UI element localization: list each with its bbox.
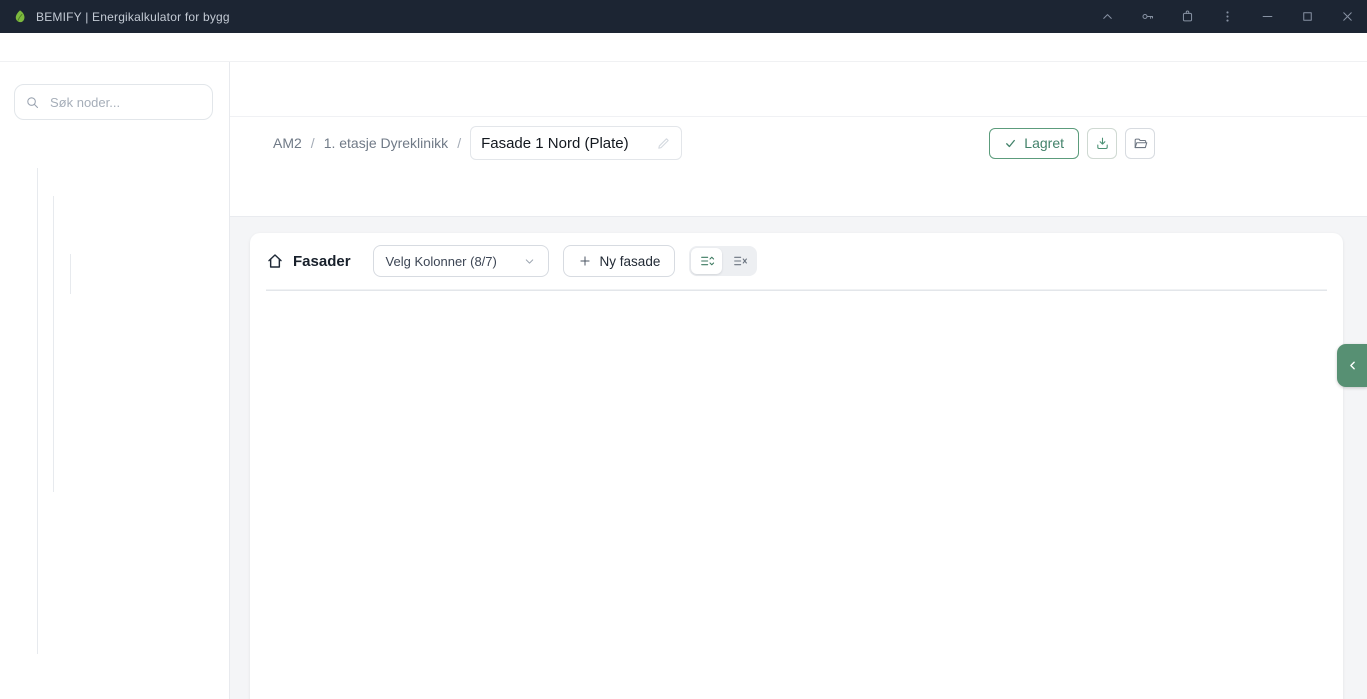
plus-icon (578, 254, 592, 268)
breadcrumb-separator: / (311, 135, 315, 151)
app-title: BEMIFY | Energikalkulator for bygg (36, 10, 230, 24)
tree-guide-line (37, 168, 38, 654)
chevron-down-icon (523, 255, 536, 268)
chevron-left-icon (1346, 359, 1359, 372)
fasader-panel-header: Fasader Velg Kolonner (8/7) Ny fasade (250, 233, 1343, 289)
key-icon[interactable] (1127, 0, 1167, 33)
breadcrumb-separator: / (457, 135, 461, 151)
node-name-value: Fasade 1 Nord (Plate) (481, 135, 629, 152)
menubar (0, 33, 1367, 62)
node-name-input[interactable]: Fasade 1 Nord (Plate) (470, 126, 682, 160)
new-fasade-label: Ny fasade (600, 254, 661, 269)
chevron-up-icon[interactable] (1087, 0, 1127, 33)
house-icon (266, 252, 284, 270)
node-search-box[interactable] (14, 84, 213, 120)
new-fasade-button[interactable]: Ny fasade (563, 245, 676, 277)
tree-guide-line (70, 254, 71, 294)
maximize-button[interactable] (1287, 0, 1327, 33)
save-actions: Lagret (989, 128, 1155, 159)
open-folder-button[interactable] (1125, 128, 1155, 159)
search-icon (25, 95, 40, 110)
close-button[interactable] (1327, 0, 1367, 33)
table-header (266, 289, 1327, 291)
collapse-rows-button[interactable] (724, 248, 755, 274)
breadcrumb: AM2 / 1. etasje Dyreklinikk / Fasade 1 N… (273, 126, 682, 160)
tree-guide-line (53, 196, 54, 492)
drawer-handle[interactable] (1337, 344, 1367, 387)
app-logo-leaf-icon (12, 9, 28, 25)
pencil-icon (656, 136, 671, 151)
search-input[interactable] (48, 94, 228, 111)
tab-bar (230, 169, 1367, 217)
row-density-segment (689, 246, 757, 276)
breadcrumb-row: AM2 / 1. etasje Dyreklinikk / Fasade 1 N… (230, 117, 1367, 169)
saved-label: Lagret (1024, 135, 1064, 151)
panel-title: Fasader (293, 253, 351, 270)
node-palette-toolbar (230, 62, 1367, 117)
content-area: Fasader Velg Kolonner (8/7) Ny fasade (230, 217, 1367, 699)
kebab-menu-icon[interactable] (1207, 0, 1247, 33)
breadcrumb-item[interactable]: AM2 (273, 135, 302, 151)
sidebar (0, 62, 230, 699)
expand-rows-button[interactable] (691, 248, 722, 274)
breadcrumb-item[interactable]: 1. etasje Dyreklinikk (324, 135, 449, 151)
fasader-panel: Fasader Velg Kolonner (8/7) Ny fasade (250, 233, 1343, 699)
extensions-icon[interactable] (1167, 0, 1207, 33)
saved-button[interactable]: Lagret (989, 128, 1079, 159)
titlebar: BEMIFY | Energikalkulator for bygg (0, 0, 1367, 33)
column-select[interactable]: Velg Kolonner (8/7) (373, 245, 549, 277)
download-button[interactable] (1087, 128, 1117, 159)
column-select-value: Velg Kolonner (8/7) (386, 254, 497, 269)
minimize-button[interactable] (1247, 0, 1287, 33)
